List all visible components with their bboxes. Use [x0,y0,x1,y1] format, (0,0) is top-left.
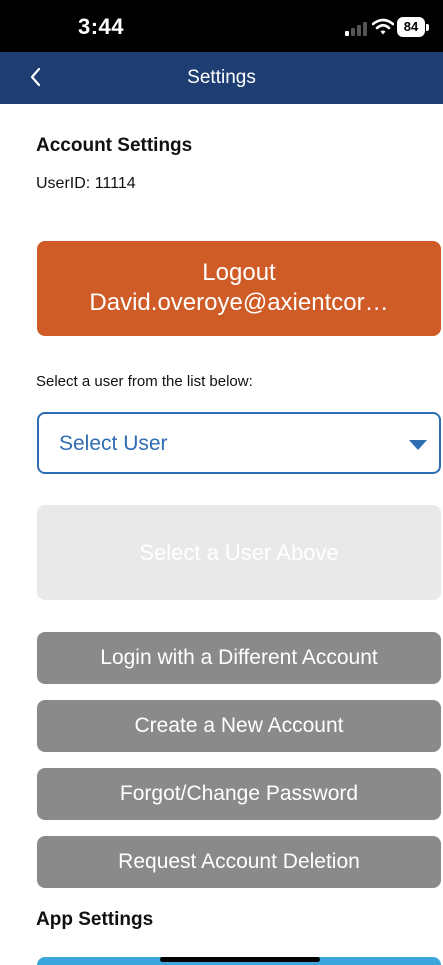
logout-label: Logout [202,259,276,286]
logout-email: David.overoye@axientcor… [89,289,389,316]
user-id: UserID: 11114 [36,175,136,193]
forgot-password-button[interactable]: Forgot/Change Password [37,768,441,820]
cellular-signal-icon [345,20,367,36]
select-user-value: Select User [59,432,168,455]
request-account-deletion-button[interactable]: Request Account Deletion [37,836,441,888]
user-id-label: UserID: [36,175,91,192]
select-user-dropdown[interactable]: Select User [37,412,441,474]
app-settings-heading: App Settings [36,909,154,930]
battery-level: 84 [397,17,425,37]
select-user-prompt: Select a user from the list below: [36,373,253,390]
home-indicator [160,957,320,962]
user-id-value: 11114 [94,175,136,192]
nav-bar: Settings [0,52,443,104]
status-time: 3:44 [78,14,125,39]
battery-icon: 84 [397,17,429,37]
dropdown-arrow-icon [409,440,427,450]
login-different-account-button[interactable]: Login with a Different Account [37,632,441,684]
wifi-icon [372,18,394,35]
page-title: Settings [187,67,256,88]
create-account-button[interactable]: Create a New Account [37,700,441,752]
account-settings-heading: Account Settings [36,135,193,156]
select-user-above-button: Select a User Above [37,505,441,600]
status-bar: 3:44 84 [0,0,443,52]
logout-button[interactable]: Logout David.overoye@axientcor… [37,241,441,336]
